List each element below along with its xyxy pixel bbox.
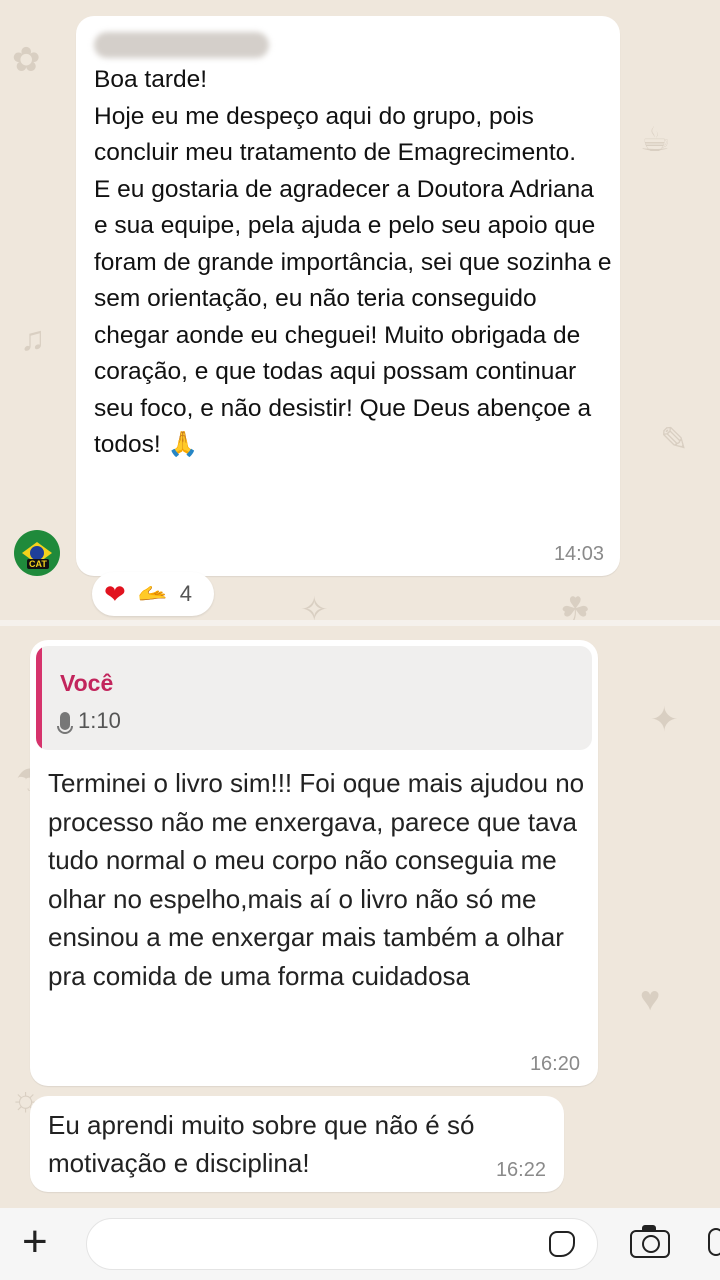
message-reactions[interactable]: ❤ 🫴 4 xyxy=(92,572,214,616)
sticker-icon[interactable] xyxy=(549,1231,575,1257)
quote-accent-bar xyxy=(36,646,42,750)
message-text: Terminei o livro sim!!! Foi oque mais aj… xyxy=(48,768,592,991)
quoted-audio-duration: 1:10 xyxy=(78,708,121,733)
screenshot-divider xyxy=(0,620,720,626)
message-input[interactable] xyxy=(86,1218,598,1270)
incoming-reply-bubble[interactable]: Você 1:10 Terminei o livro sim!!! Foi oq… xyxy=(30,640,598,1086)
quoted-audio: 1:10 xyxy=(57,708,121,734)
sender-name-blurred xyxy=(94,32,269,58)
camera-icon[interactable] xyxy=(630,1225,670,1258)
message-time: 14:03 xyxy=(553,543,604,565)
incoming-message-bubble[interactable]: Eu aprendi muito sobre que não é só moti… xyxy=(30,1096,564,1192)
microphone-icon[interactable] xyxy=(708,1228,720,1256)
plus-icon[interactable]: + xyxy=(22,1220,48,1264)
hand-reaction-icon: 🫴 xyxy=(137,580,168,607)
avatar-label: CAT xyxy=(27,559,49,569)
quoted-sender-name: Você xyxy=(60,670,114,696)
avatar-flag-circle xyxy=(30,546,44,560)
reaction-count: 4 xyxy=(179,581,192,606)
incoming-message-bubble[interactable]: Boa tarde! Hoje eu me despeço aqui do gr… xyxy=(76,16,620,576)
message-text: Eu aprendi muito sobre que não é só moti… xyxy=(48,1110,482,1178)
quoted-message[interactable]: Você 1:10 xyxy=(36,646,592,750)
message-text: Boa tarde! Hoje eu me despeço aqui do gr… xyxy=(94,66,612,458)
message-time: 16:20 xyxy=(529,1053,580,1075)
sender-avatar[interactable]: CAT xyxy=(14,530,60,576)
message-input-bar: + xyxy=(0,1208,720,1280)
message-time: 16:22 xyxy=(495,1159,546,1181)
heart-reaction-icon: ❤ xyxy=(104,579,126,609)
microphone-icon xyxy=(57,712,73,734)
